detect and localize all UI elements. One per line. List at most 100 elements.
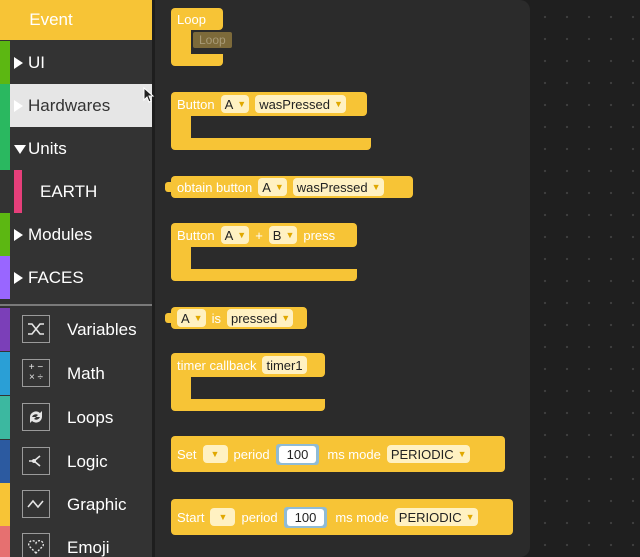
caret-down-icon: ▼ bbox=[465, 512, 475, 522]
ghost-block-label: Loop bbox=[193, 32, 232, 48]
toolbox-sidebar: Event UI Hardwares Units EARTH Modules F… bbox=[0, 0, 152, 557]
mode-select-dropdown[interactable]: PERIODIC ▼ bbox=[394, 508, 478, 526]
dropdown-value: B bbox=[272, 227, 282, 243]
block-loop[interactable]: Loop Loop bbox=[171, 8, 241, 68]
caret-down-icon: ▼ bbox=[281, 313, 291, 323]
tool-label: Graphic bbox=[67, 495, 127, 514]
category-color-stripe bbox=[0, 256, 10, 299]
block-footer bbox=[171, 399, 325, 411]
timer-name-field[interactable]: timer1 bbox=[262, 356, 307, 374]
graphic-icon bbox=[22, 490, 50, 518]
block-label: ms mode bbox=[327, 446, 381, 462]
block-footer bbox=[171, 269, 357, 281]
expand-arrow-icon[interactable] bbox=[14, 228, 23, 241]
field-value: timer1 bbox=[266, 357, 303, 373]
button-select-dropdown[interactable]: A ▼ bbox=[177, 309, 206, 327]
category-earth[interactable]: EARTH bbox=[0, 170, 152, 213]
block-header: Set ▼ period 100 ms mode PERIODIC ▼ bbox=[171, 436, 505, 472]
event-select-dropdown[interactable]: wasPressed ▼ bbox=[292, 178, 384, 196]
block-arm bbox=[171, 26, 191, 56]
drop-placeholder: Loop bbox=[193, 32, 232, 48]
dropdown-value: pressed bbox=[230, 310, 278, 326]
dropdown-value: A bbox=[262, 179, 271, 195]
category-label: Units bbox=[28, 138, 67, 158]
block-label: press bbox=[303, 227, 336, 243]
expand-arrow-icon[interactable] bbox=[14, 271, 23, 284]
button-select-dropdown[interactable]: A ▼ bbox=[220, 95, 250, 113]
tool-graphic[interactable]: Graphic bbox=[0, 483, 152, 526]
block-header: obtain button A ▼ wasPressed ▼ bbox=[171, 176, 413, 198]
category-faces[interactable]: FACES bbox=[0, 256, 152, 299]
math-icon: + − × ÷ bbox=[22, 359, 50, 387]
mode-select-dropdown[interactable]: PERIODIC ▼ bbox=[386, 445, 470, 463]
button-select-dropdown[interactable]: A ▼ bbox=[258, 178, 287, 196]
category-color-stripe bbox=[0, 440, 10, 483]
dropdown-value: A bbox=[224, 96, 234, 112]
category-color-stripe bbox=[0, 483, 10, 526]
dropdown-value: wasPressed bbox=[296, 179, 368, 195]
period-number-input[interactable]: 100 bbox=[283, 506, 328, 528]
expand-arrow-icon[interactable] bbox=[14, 56, 23, 69]
tool-label: Emoji bbox=[67, 538, 110, 557]
block-set-period[interactable]: Set ▼ period 100 ms mode PERIODIC ▼ bbox=[171, 436, 511, 472]
event-select-dropdown[interactable]: wasPressed ▼ bbox=[255, 95, 346, 113]
tool-variables[interactable]: Variables bbox=[0, 308, 152, 351]
state-select-dropdown[interactable]: pressed ▼ bbox=[226, 309, 294, 327]
block-timer-callback[interactable]: timer callback timer1 bbox=[171, 353, 331, 411]
block-label: Start bbox=[177, 509, 205, 525]
category-label: Hardwares bbox=[28, 95, 111, 115]
caret-down-icon: ▼ bbox=[193, 313, 203, 323]
expand-arrow-icon[interactable] bbox=[14, 99, 23, 112]
block-label: Set bbox=[177, 446, 197, 462]
collapse-arrow-icon[interactable] bbox=[14, 144, 26, 154]
block-flyout: Loop Loop Button A ▼ wasPressed ▼ obtain b… bbox=[155, 0, 530, 557]
category-units[interactable]: Units bbox=[0, 127, 152, 170]
tool-label: Math bbox=[67, 364, 105, 383]
category-label: FACES bbox=[28, 267, 84, 287]
block-header: timer callback timer1 bbox=[171, 353, 325, 377]
category-color-stripe bbox=[0, 526, 10, 557]
block-button-is-pressed[interactable]: A ▼ is pressed ▼ bbox=[165, 307, 315, 329]
plus-label: + bbox=[255, 227, 263, 243]
caret-down-icon: ▼ bbox=[334, 99, 343, 109]
number-value: 100 bbox=[278, 445, 317, 463]
tool-math[interactable]: + − × ÷ Math bbox=[0, 352, 152, 395]
block-header: Button A ▼ + B ▼ press bbox=[171, 223, 357, 247]
loops-icon bbox=[22, 403, 50, 431]
category-modules[interactable]: Modules bbox=[0, 213, 152, 256]
emoji-icon bbox=[22, 533, 50, 557]
tool-loops[interactable]: Loops bbox=[0, 396, 152, 439]
caret-down-icon: ▼ bbox=[218, 512, 228, 522]
block-footer bbox=[171, 54, 223, 66]
button2-select-dropdown[interactable]: B ▼ bbox=[268, 226, 298, 244]
block-label: period bbox=[233, 446, 270, 462]
tool-label: Logic bbox=[67, 452, 108, 471]
block-label: ms mode bbox=[335, 509, 389, 525]
dropdown-value: PERIODIC bbox=[390, 446, 454, 462]
timer-select-dropdown[interactable]: ▼ bbox=[210, 508, 236, 526]
category-label: Modules bbox=[28, 224, 93, 244]
button1-select-dropdown[interactable]: A ▼ bbox=[220, 226, 250, 244]
tool-emoji[interactable]: Emoji bbox=[0, 526, 152, 557]
block-label: is bbox=[211, 310, 221, 326]
category-label: EARTH bbox=[40, 181, 98, 201]
category-color-stripe bbox=[0, 396, 10, 439]
period-number-input[interactable]: 100 bbox=[275, 443, 320, 465]
tool-logic[interactable]: Logic bbox=[0, 440, 152, 483]
blocks-workspace[interactable] bbox=[530, 0, 640, 557]
category-event[interactable]: Event bbox=[0, 0, 152, 40]
block-button-was-pressed[interactable]: Button A ▼ wasPressed ▼ bbox=[171, 92, 371, 150]
category-color-stripe bbox=[0, 41, 10, 84]
block-obtain-button[interactable]: obtain button A ▼ wasPressed ▼ bbox=[165, 176, 415, 198]
category-hardwares[interactable]: Hardwares bbox=[0, 84, 152, 127]
block-start-period[interactable]: Start ▼ period 100 ms mode PERIODIC ▼ bbox=[171, 499, 521, 535]
timer-select-dropdown[interactable]: ▼ bbox=[202, 445, 228, 463]
variables-icon bbox=[22, 315, 50, 343]
caret-down-icon: ▼ bbox=[371, 182, 381, 192]
category-label: UI bbox=[28, 52, 45, 72]
category-ui[interactable]: UI bbox=[0, 41, 152, 84]
mouse-cursor-icon bbox=[143, 87, 155, 103]
caret-down-icon: ▼ bbox=[237, 230, 247, 240]
block-button-combo-press[interactable]: Button A ▼ + B ▼ press bbox=[171, 223, 361, 281]
block-header: Button A ▼ wasPressed ▼ bbox=[171, 92, 367, 116]
